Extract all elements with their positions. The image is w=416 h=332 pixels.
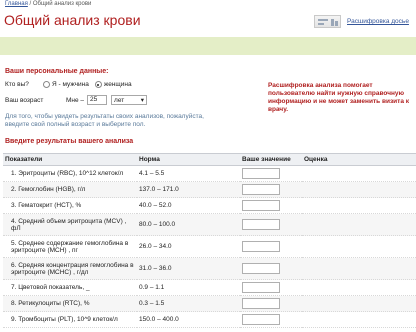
- gender-label: Кто вы?: [5, 81, 29, 88]
- gender-row: Кто вы? Я - мужчина женщина: [5, 81, 132, 88]
- value-input[interactable]: [242, 282, 280, 293]
- indicator-name: 4. Средний объем эритроцита (MCV) , фЛ: [3, 213, 137, 236]
- assessment-cell: [302, 213, 416, 236]
- age-prefix: Мне –: [66, 96, 85, 104]
- value-input[interactable]: [242, 263, 280, 274]
- indicator-norm: 26.0 – 34.0: [137, 235, 240, 258]
- decode-dossier-link[interactable]: Расшифровка досье: [347, 18, 409, 25]
- assessment-cell: [302, 311, 416, 328]
- assessment-cell: [302, 165, 416, 182]
- indicator-name: 9. Тромбоциты (PLT), 10^9 клеток/л: [3, 311, 137, 328]
- indicator-name: 1. Эритроциты (RBC), 10^12 клеток/л: [3, 165, 137, 182]
- column-header-norm: Норма: [137, 153, 240, 166]
- indicator-name: 6. Средняя концентрация гемоглобина в эр…: [3, 257, 137, 280]
- column-header-your-value: Ваше значение: [240, 153, 302, 166]
- assessment-cell: [302, 257, 416, 280]
- age-row: Ваш возраст Мне – 25 лет ▾: [5, 95, 148, 105]
- breadcrumb: Главная / Общий анализ крови: [5, 1, 91, 7]
- indicator-norm: 0.3 – 1.5: [137, 295, 240, 312]
- results-table: Показатели Норма Ваше значение Оценка 1.…: [3, 153, 416, 328]
- value-input[interactable]: [242, 200, 280, 211]
- assessment-cell: [302, 295, 416, 312]
- male-radio-label[interactable]: Я - мужчина: [52, 81, 89, 88]
- column-header-indicators: Показатели: [3, 153, 137, 166]
- female-radio[interactable]: [94, 81, 102, 88]
- indicator-norm: 150.0 – 400.0: [137, 311, 240, 328]
- male-radio[interactable]: [43, 81, 50, 88]
- table-row: 2. Гемоглобин (HGB), г/л 137.0 – 171.0: [3, 181, 416, 198]
- value-input[interactable]: [242, 184, 280, 195]
- table-row: 1. Эритроциты (RBC), 10^12 клеток/л 4.1 …: [3, 165, 416, 182]
- indicator-name: 7. Цветовой показатель, _: [3, 279, 137, 296]
- chevron-down-icon: ▾: [140, 97, 145, 104]
- indicator-norm: 0.9 – 1.1: [137, 279, 240, 296]
- female-radio-label[interactable]: женщина: [104, 81, 132, 88]
- value-input[interactable]: [242, 219, 280, 230]
- indicator-name: 2. Гемоглобин (HGB), г/л: [3, 181, 137, 198]
- results-header-row: Показатели Норма Ваше значение Оценка: [3, 153, 416, 166]
- indicator-name: 8. Ретикулоциты (RTC), %: [3, 295, 137, 312]
- age-input[interactable]: 25: [87, 95, 108, 105]
- value-input[interactable]: [242, 168, 280, 179]
- age-unit-select[interactable]: лет ▾: [111, 95, 148, 105]
- header-right: Расшифровка досье: [314, 15, 409, 28]
- age-unit-value: лет: [114, 96, 125, 104]
- disclaimer-note: Расшифровка анализа помогает пользовател…: [268, 82, 410, 113]
- value-input[interactable]: [242, 314, 280, 325]
- breadcrumb-current: Общий анализ крови: [32, 1, 92, 7]
- age-hint: Для того, чтобы увидеть результаты своих…: [5, 113, 204, 128]
- banner-bar: [0, 37, 416, 55]
- value-input[interactable]: [242, 298, 280, 309]
- breadcrumb-separator: /: [29, 1, 32, 7]
- assessment-cell: [302, 181, 416, 198]
- table-row: 7. Цветовой показатель, _ 0.9 – 1.1: [3, 279, 416, 296]
- table-row: 5. Среднее содержание гемоглобина в эрит…: [3, 235, 416, 258]
- value-input[interactable]: [242, 241, 280, 252]
- assessment-cell: [302, 197, 416, 214]
- personal-data-heading: Ваши персональные данные:: [5, 68, 109, 75]
- table-row: 6. Средняя концентрация гемоглобина в эр…: [3, 257, 416, 280]
- breadcrumb-home-link[interactable]: Главная: [5, 1, 28, 7]
- table-row: 3. Гематокрит (HCT), % 40.0 – 52.0: [3, 197, 416, 214]
- indicator-norm: 4.1 – 5.5: [137, 165, 240, 182]
- indicator-name: 3. Гематокрит (HCT), %: [3, 197, 137, 214]
- column-header-assessment: Оценка: [302, 153, 416, 166]
- page-title: Общий анализ крови: [4, 12, 141, 28]
- indicator-norm: 80.0 – 100.0: [137, 213, 240, 236]
- indicator-norm: 31.0 – 36.0: [137, 257, 240, 280]
- table-row: 8. Ретикулоциты (RTC), % 0.3 – 1.5: [3, 295, 416, 312]
- assessment-cell: [302, 279, 416, 296]
- assessment-cell: [302, 235, 416, 258]
- age-label: Ваш возраст: [5, 96, 44, 104]
- indicator-norm: 137.0 – 171.0: [137, 181, 240, 198]
- indicator-name: 5. Среднее содержание гемоглобина в эрит…: [3, 235, 137, 258]
- document-thumbnail-icon: [314, 15, 341, 28]
- table-row: 9. Тромбоциты (PLT), 10^9 клеток/л 150.0…: [3, 311, 416, 328]
- results-heading: Введите результаты вашего анализа: [5, 138, 134, 145]
- indicator-norm: 40.0 – 52.0: [137, 197, 240, 214]
- table-row: 4. Средний объем эритроцита (MCV) , фЛ 8…: [3, 213, 416, 236]
